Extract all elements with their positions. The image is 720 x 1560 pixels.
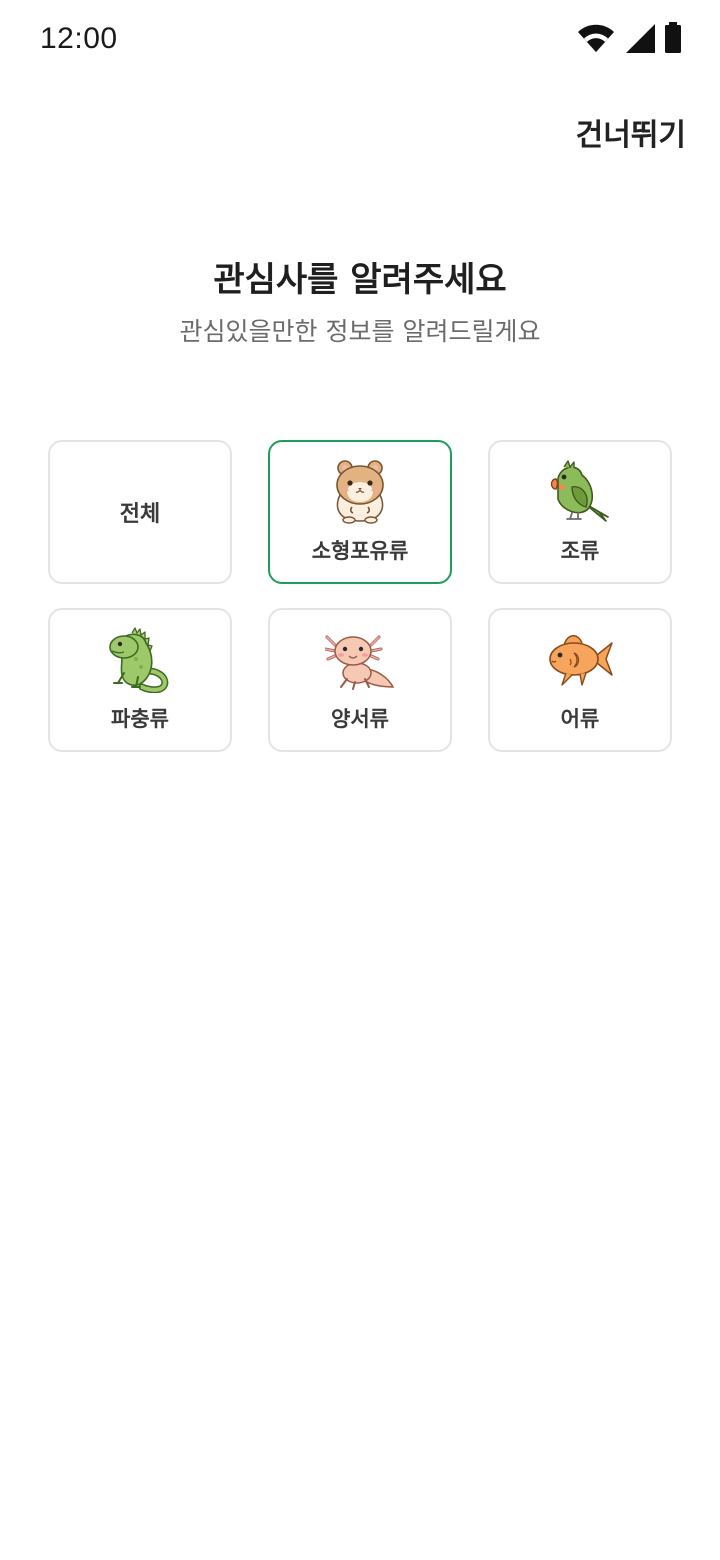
battery-icon	[665, 22, 681, 53]
category-card-amphibians[interactable]: 양서류	[268, 608, 452, 752]
category-label: 양서류	[331, 707, 389, 731]
category-label: 어류	[560, 707, 600, 731]
category-grid: 전체 소형포유류 조류 파충류 양서류 어류	[48, 440, 672, 752]
category-label: 소형포유류	[311, 539, 409, 563]
category-card-reptiles[interactable]: 파충류	[48, 608, 232, 752]
status-time: 12:00	[40, 22, 118, 55]
page-subtitle: 관심있을만한 정보를 알려드릴게요	[179, 317, 541, 346]
category-label: 조류	[560, 539, 600, 563]
hamster-icon	[325, 459, 395, 525]
page-title: 관심사를 알려주세요	[213, 260, 507, 300]
category-label: 전체	[119, 502, 161, 527]
category-label: 파충류	[111, 707, 169, 731]
status-icons	[576, 22, 682, 54]
category-card-fish[interactable]: 어류	[488, 608, 672, 752]
iguana-icon	[105, 627, 175, 693]
interest-selection-screen: 12:00 건너뛰기 관심사를 알려주세요 관심있을만한 정보를 알려드릴게요 …	[0, 0, 720, 1560]
goldfish-icon	[545, 627, 615, 693]
parrot-icon	[545, 459, 615, 525]
wifi-icon	[578, 24, 614, 52]
category-card-all[interactable]: 전체	[48, 440, 232, 584]
cellular-signal-icon	[626, 24, 655, 53]
category-card-birds[interactable]: 조류	[488, 440, 672, 584]
category-card-small-mammals[interactable]: 소형포유류	[268, 440, 452, 584]
axolotl-icon	[325, 627, 395, 693]
skip-button[interactable]: 건너뛰기	[574, 106, 688, 158]
status-bar: 12:00	[0, 0, 720, 80]
